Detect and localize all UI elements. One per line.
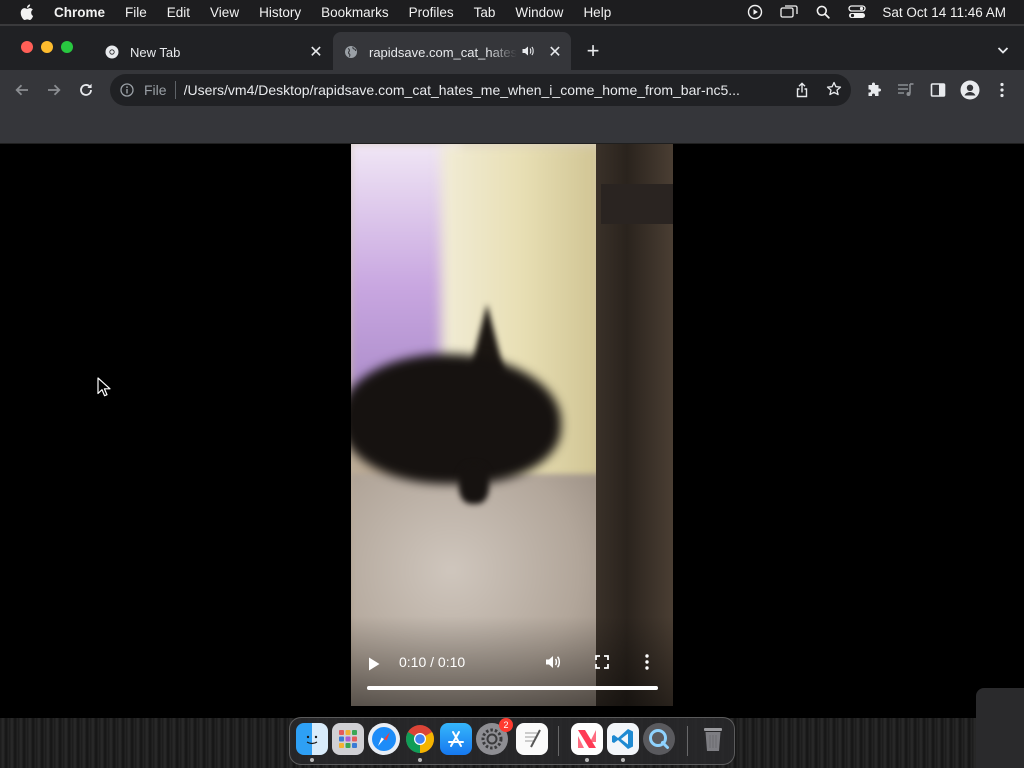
audio-playing-icon[interactable]	[521, 44, 535, 61]
dock-divider	[558, 726, 559, 756]
media-queue-icon[interactable]	[896, 80, 916, 100]
video-progress-fill	[367, 686, 658, 690]
forward-arrow-icon[interactable]	[44, 80, 64, 100]
menu-view[interactable]: View	[200, 5, 249, 20]
url-scheme-label: File	[144, 82, 167, 98]
chrome-icon	[104, 44, 120, 60]
video-progress-bar[interactable]	[367, 686, 658, 690]
address-bar[interactable]: File /Users/vm4/Desktop/rapidsave.com_ca…	[110, 74, 851, 106]
play-icon[interactable]	[367, 656, 383, 672]
quicktime-icon[interactable]	[643, 723, 675, 755]
site-info-icon[interactable]	[119, 82, 135, 98]
url-text[interactable]: /Users/vm4/Desktop/rapidsave.com_cat_hat…	[184, 82, 784, 98]
volume-icon[interactable]	[544, 653, 562, 676]
extensions-puzzle-icon[interactable]	[864, 80, 884, 100]
menu-history[interactable]: History	[249, 5, 311, 20]
macos-dock: 2	[289, 717, 735, 765]
app-store-icon[interactable]	[440, 723, 472, 755]
chrome-menu-kebab-icon[interactable]	[992, 80, 1012, 100]
apple-menu-icon[interactable]	[0, 4, 54, 20]
reload-icon[interactable]	[76, 80, 96, 100]
running-indicator-dot	[418, 758, 422, 762]
tab-close-icon[interactable]: ✕	[307, 43, 325, 61]
tab-close-icon[interactable]: ✕	[546, 43, 564, 61]
macos-menu-bar: Chrome File Edit View History Bookmarks …	[0, 0, 1024, 24]
control-center-icon[interactable]	[840, 5, 874, 19]
textedit-icon[interactable]	[516, 723, 548, 755]
profile-avatar-icon[interactable]	[960, 80, 980, 100]
window-close-button[interactable]	[21, 41, 33, 53]
video-frame-door-shadow	[601, 184, 673, 224]
chrome-icon[interactable]	[404, 723, 436, 755]
video-controls: 0:10 / 0:10	[351, 636, 673, 706]
menu-file[interactable]: File	[115, 5, 157, 20]
desktop-widget-panel	[976, 688, 1024, 768]
video-more-options-icon[interactable]	[645, 653, 649, 676]
menu-tab[interactable]: Tab	[464, 5, 506, 20]
trash-icon[interactable]	[697, 723, 729, 755]
omnibox-divider	[174, 81, 176, 99]
launchpad-icon[interactable]	[332, 723, 364, 755]
menu-help[interactable]: Help	[573, 5, 621, 20]
news-icon[interactable]	[571, 723, 603, 755]
dock-divider	[687, 726, 688, 756]
screen-recording-icon[interactable]	[738, 4, 772, 20]
window-minimize-button[interactable]	[41, 41, 53, 53]
back-arrow-icon[interactable]	[12, 80, 32, 100]
menu-bookmarks[interactable]: Bookmarks	[311, 5, 399, 20]
tab-video-file[interactable]: rapidsave.com_cat_hates_me_when_i_come_h…	[333, 32, 571, 72]
running-indicator-dot	[621, 758, 625, 762]
globe-icon	[343, 44, 359, 60]
menu-profiles[interactable]: Profiles	[399, 5, 464, 20]
running-indicator-dot	[310, 758, 314, 762]
new-tab-plus-icon[interactable]: +	[582, 40, 604, 62]
tab-search-chevron-down-icon[interactable]	[996, 43, 1012, 59]
window-maximize-button[interactable]	[61, 41, 73, 53]
page-content: 0:10 / 0:10	[0, 144, 1024, 718]
spotlight-search-icon[interactable]	[806, 5, 840, 19]
bookmark-bar	[0, 110, 1024, 144]
share-icon[interactable]	[795, 82, 809, 101]
menu-app-chrome[interactable]: Chrome	[54, 5, 115, 20]
fullscreen-icon[interactable]	[594, 654, 610, 675]
vscode-icon[interactable]	[607, 723, 639, 755]
menu-window[interactable]: Window	[505, 5, 573, 20]
video-player[interactable]: 0:10 / 0:10	[351, 144, 673, 706]
bookmark-star-icon[interactable]	[826, 81, 842, 100]
tab-strip: New Tab ✕ rapidsave.com_cat_hates_me_whe…	[0, 24, 1024, 72]
finder-icon[interactable]	[296, 723, 328, 755]
safari-icon[interactable]	[368, 723, 400, 755]
tab-new-tab[interactable]: New Tab ✕	[92, 32, 332, 72]
running-indicator-dot	[585, 758, 589, 762]
side-panel-icon[interactable]	[928, 80, 948, 100]
mouse-pointer-icon	[97, 377, 111, 402]
video-frame-cat-leg	[459, 464, 489, 504]
tab-title: New Tab	[130, 44, 181, 60]
settings-icon[interactable]: 2	[476, 718, 513, 755]
notification-badge: 2	[499, 718, 513, 732]
menubar-clock[interactable]: Sat Oct 14 11:46 AM	[874, 5, 1024, 20]
menu-edit[interactable]: Edit	[157, 5, 200, 20]
browser-toolbar: File /Users/vm4/Desktop/rapidsave.com_ca…	[0, 70, 1024, 110]
screen-mirroring-icon[interactable]	[772, 5, 806, 19]
tab-title: rapidsave.com_cat_hates_me_when_i_come_h…	[369, 44, 517, 60]
video-time-display: 0:10 / 0:10	[399, 654, 466, 670]
